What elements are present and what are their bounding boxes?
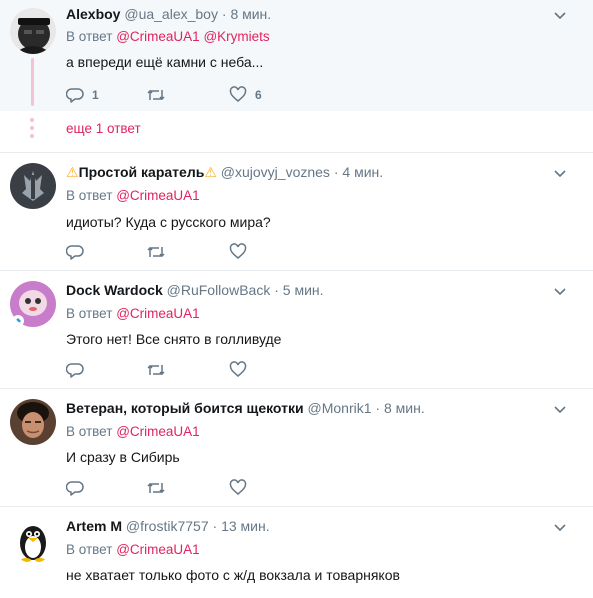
like-button[interactable]: [229, 242, 247, 262]
reply-button[interactable]: 1: [66, 85, 99, 105]
avatar[interactable]: [10, 399, 56, 445]
avatar[interactable]: [10, 281, 56, 327]
thread-dot: [30, 126, 34, 130]
user-handle[interactable]: @frostik7757: [126, 518, 209, 534]
avatar[interactable]: [10, 517, 56, 563]
like-count: 6: [255, 88, 262, 102]
reply-button[interactable]: [66, 478, 84, 498]
replying-to: В ответ @CrimeaUA1 @Krymiets: [66, 28, 270, 46]
tweet-text: И сразу в Сибирь: [66, 449, 180, 465]
replying-prefix: В ответ: [66, 542, 113, 557]
tweet-actions: [66, 360, 366, 380]
tweet-text: идиоты? Куда с русского мира?: [66, 214, 271, 230]
display-name[interactable]: Alexboy: [66, 6, 120, 22]
tweet[interactable]: Ветеран, который боится щекотки @Monrik1…: [0, 389, 593, 506]
replying-prefix: В ответ: [66, 29, 113, 44]
display-name[interactable]: Dock Wardock: [66, 282, 163, 298]
tweet-actions: 1 6: [66, 85, 366, 105]
reply-icon: [66, 481, 84, 496]
timestamp[interactable]: 5 мин.: [283, 282, 324, 298]
mention-link[interactable]: @CrimeaUA1: [116, 424, 199, 439]
tweet[interactable]: Artem M @frostik7757 · 13 мин. В ответ @…: [0, 507, 593, 598]
tweet-text: Этого нет! Все снято в голливуде: [66, 331, 282, 347]
replying-to: В ответ @CrimeaUA1: [66, 187, 200, 205]
replying-to: В ответ @CrimeaUA1: [66, 305, 200, 323]
chevron-down-icon[interactable]: [553, 405, 567, 415]
chevron-down-icon[interactable]: [553, 523, 567, 533]
retweet-button[interactable]: [146, 242, 166, 262]
reply-button[interactable]: [66, 242, 84, 262]
separator-dot: ·: [333, 164, 339, 180]
retweet-icon: [147, 89, 165, 101]
user-handle[interactable]: @RuFollowBack: [167, 282, 271, 298]
avatar[interactable]: [10, 8, 56, 54]
tweet-header: Dock Wardock @RuFollowBack · 5 мин.: [66, 281, 324, 299]
mention-link[interactable]: @CrimeaUA1: [116, 542, 199, 557]
chevron-down-icon[interactable]: [553, 287, 567, 297]
replying-prefix: В ответ: [66, 188, 113, 203]
user-handle[interactable]: @xujovyj_voznes: [221, 164, 330, 180]
mention-link[interactable]: @CrimeaUA1: [116, 306, 199, 321]
retweet-button[interactable]: [146, 360, 166, 380]
tweet-text: не хватает только фото с ж/д вокзала и т…: [66, 567, 400, 583]
replying-prefix: В ответ: [66, 424, 113, 439]
like-button[interactable]: [229, 478, 247, 498]
tweet-header: Alexboy @ua_alex_boy · 8 мин.: [66, 5, 271, 23]
tweet[interactable]: Alexboy @ua_alex_boy · 8 мин. В ответ @C…: [0, 0, 593, 111]
reply-icon: [66, 88, 84, 103]
reply-icon: [66, 245, 84, 260]
like-button[interactable]: 6: [229, 85, 262, 105]
retweet-icon: [147, 364, 165, 376]
timestamp[interactable]: 8 мин.: [230, 6, 271, 22]
avatar[interactable]: [10, 163, 56, 209]
heart-icon: [229, 361, 247, 377]
show-more-replies-link[interactable]: еще 1 ответ: [66, 121, 141, 136]
user-handle[interactable]: @ua_alex_boy: [124, 6, 218, 22]
chevron-down-icon[interactable]: [553, 169, 567, 179]
reply-icon: [66, 363, 84, 378]
display-name[interactable]: Простой каратель: [79, 164, 205, 180]
timestamp[interactable]: 8 мин.: [384, 400, 425, 416]
thread-line: [31, 58, 34, 106]
thread-dot: [30, 134, 34, 138]
heart-icon: [229, 243, 247, 259]
tweet-header: Artem M @frostik7757 · 13 мин.: [66, 517, 270, 535]
retweet-icon: [147, 482, 165, 494]
tweet-actions: [66, 242, 366, 262]
tweet-header: Ветеран, который боится щекотки @Monrik1…: [66, 399, 425, 417]
thread-dot: [30, 118, 34, 122]
tweet-actions: [66, 478, 366, 498]
separator-dot: ·: [375, 400, 381, 416]
tweet[interactable]: ⚠Простой каратель⚠ @xujovyj_voznes · 4 м…: [0, 153, 593, 270]
display-name[interactable]: Artem M: [66, 518, 122, 534]
timestamp[interactable]: 13 мин.: [221, 518, 270, 534]
tweet[interactable]: Dock Wardock @RuFollowBack · 5 мин. В от…: [0, 271, 593, 388]
separator-dot: ·: [212, 518, 218, 534]
warning-icon: ⚠: [66, 164, 79, 180]
like-button[interactable]: [229, 360, 247, 380]
tweet-text: а впереди ещё камни с неба...: [66, 54, 264, 70]
mention-link[interactable]: @Krymiets: [203, 29, 269, 44]
mention-link[interactable]: @CrimeaUA1: [116, 188, 199, 203]
retweet-icon: [147, 246, 165, 258]
replying-to: В ответ @CrimeaUA1: [66, 541, 200, 559]
mention-link[interactable]: @CrimeaUA1: [116, 29, 199, 44]
warning-icon: ⚠: [204, 164, 217, 180]
heart-icon: [229, 479, 247, 495]
heart-icon: [229, 86, 247, 102]
timestamp[interactable]: 4 мин.: [342, 164, 383, 180]
retweet-button[interactable]: [146, 478, 166, 498]
user-handle[interactable]: @Monrik1: [308, 400, 372, 416]
chevron-down-icon[interactable]: [553, 11, 567, 21]
separator-dot: ·: [221, 6, 227, 22]
separator-dot: ·: [274, 282, 279, 298]
retweet-button[interactable]: [146, 85, 166, 105]
reply-button[interactable]: [66, 360, 84, 380]
replying-prefix: В ответ: [66, 306, 113, 321]
display-name[interactable]: Ветеран, который боится щекотки: [66, 400, 304, 416]
reply-count: 1: [92, 88, 99, 102]
tweet-header: ⚠Простой каратель⚠ @xujovyj_voznes · 4 м…: [66, 163, 383, 181]
replying-to: В ответ @CrimeaUA1: [66, 423, 200, 441]
